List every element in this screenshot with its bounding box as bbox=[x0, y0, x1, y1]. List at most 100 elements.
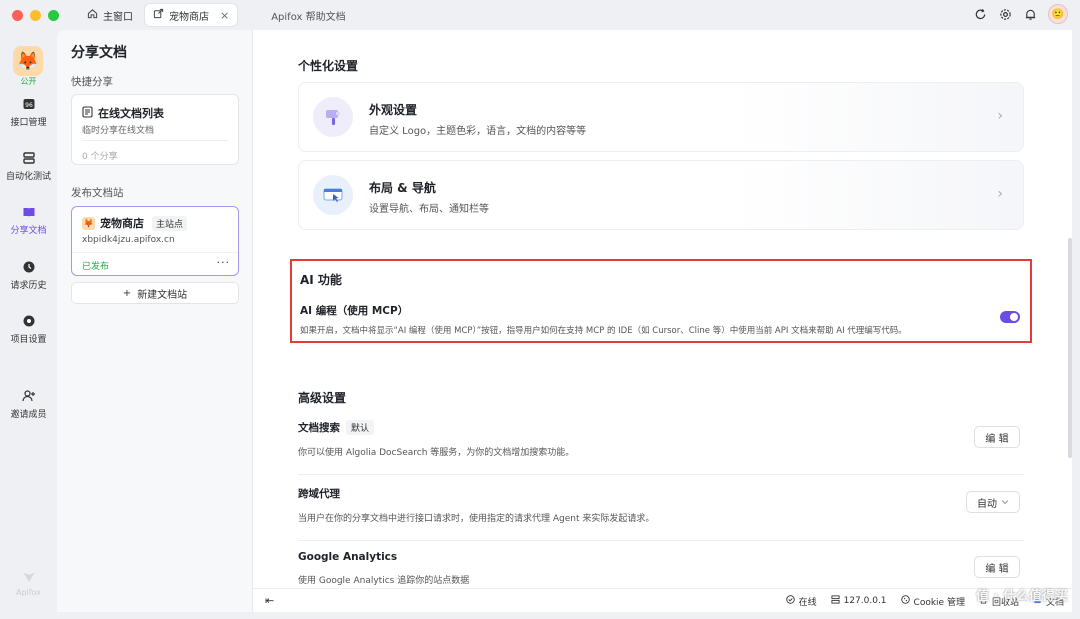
project-logo[interactable]: 🦊 bbox=[13, 46, 43, 76]
status-bar: ⇤ 在线 127.0.0.1 Cookie 管理 回收站 文档 值 · 什么值得… bbox=[253, 588, 1072, 612]
quick-share-label: 快捷分享 bbox=[71, 76, 113, 88]
host-indicator[interactable]: 127.0.0.1 bbox=[831, 595, 887, 607]
rail-label: 接口管理 bbox=[10, 118, 47, 128]
home-icon bbox=[87, 8, 98, 22]
rail-item-api-management[interactable]: 96 接口管理 bbox=[0, 96, 57, 128]
avatar[interactable]: 🙂 bbox=[1048, 4, 1068, 24]
site-url: xbpidk4jzu.apifox.cn bbox=[82, 235, 175, 245]
clock-icon bbox=[21, 259, 37, 275]
cookie-icon bbox=[900, 595, 910, 607]
paint-brush-icon bbox=[313, 97, 353, 137]
close-tab-icon[interactable]: × bbox=[220, 9, 229, 22]
tab-help-docs[interactable]: Apifox 帮助文档 bbox=[263, 4, 353, 26]
svg-text:96: 96 bbox=[25, 102, 33, 109]
minimize-window-button[interactable] bbox=[30, 9, 41, 21]
rail-item-automation-test[interactable]: 自动化测试 bbox=[0, 150, 57, 182]
rail-item-request-history[interactable]: 请求历史 bbox=[0, 259, 57, 291]
personalize-section-title: 个性化设置 bbox=[298, 59, 359, 73]
setting-description: 你可以使用 Algolia DocSearch 等服务，为你的文档增加搜索功能。 bbox=[298, 448, 575, 458]
share-count: 0 个分享 bbox=[82, 152, 118, 162]
chevron-right-icon: › bbox=[997, 186, 1003, 202]
advanced-section-title: 高级设置 bbox=[298, 391, 347, 405]
book-icon bbox=[21, 204, 37, 220]
collapse-sidebar-icon[interactable]: ⇤ bbox=[265, 594, 274, 607]
card-subtitle: 设置导航、布局、通知栏等 bbox=[369, 204, 489, 215]
layout-navigation-card[interactable]: 布局 & 导航 设置导航、布局、通知栏等 › bbox=[298, 160, 1024, 230]
titlebar-actions: 🙂 bbox=[973, 4, 1068, 24]
setting-title: Google Analytics bbox=[298, 551, 398, 563]
brand-name: Apifox bbox=[16, 588, 41, 597]
maximize-window-button[interactable] bbox=[48, 9, 59, 21]
doc-search-edit-button[interactable]: 编 辑 bbox=[974, 426, 1020, 448]
card-title: 布局 & 导航 bbox=[369, 181, 436, 195]
panel-title: 分享文档 bbox=[71, 45, 127, 61]
rail-item-share-docs[interactable]: 分享文档 bbox=[0, 204, 57, 236]
online-label: 在线 bbox=[798, 597, 817, 608]
chevron-right-icon: › bbox=[997, 108, 1003, 124]
rail-item-project-settings[interactable]: 项目设置 bbox=[0, 313, 57, 345]
online-doc-list-card[interactable]: 在线文档列表 临时分享在线文档 0 个分享 bbox=[71, 94, 239, 165]
window-controls bbox=[12, 9, 59, 21]
setting-description: 当用户在你的分享文档中进行接口请求时，使用指定的请求代理 Agent 来实际发起… bbox=[298, 514, 655, 524]
ai-mcp-description: 如果开启，文档中将显示“AI 编程（使用 MCP）”按钮，指导用户如何在支持 M… bbox=[300, 326, 907, 336]
tab-main-window[interactable]: 主窗口 bbox=[79, 4, 141, 26]
divider bbox=[82, 140, 228, 141]
ai-mcp-toggle[interactable] bbox=[1000, 311, 1020, 323]
site-logo-icon: 🦊 bbox=[82, 216, 95, 230]
rail-label: 自动化测试 bbox=[5, 172, 51, 182]
chevron-down-icon bbox=[1001, 497, 1009, 508]
doc-site-card[interactable]: 🦊 宠物商店 主站点 xbpidk4jzu.apifox.cn 已发布 ··· bbox=[71, 206, 239, 276]
gear-icon[interactable] bbox=[998, 7, 1012, 21]
divider bbox=[298, 474, 1024, 475]
default-badge: 默认 bbox=[346, 420, 375, 435]
button-label: 新建文档站 bbox=[137, 289, 188, 301]
check-circle-icon bbox=[785, 595, 795, 607]
cookie-management[interactable]: Cookie 管理 bbox=[900, 595, 965, 608]
tab-label: Apifox 帮助文档 bbox=[271, 11, 346, 23]
document-icon bbox=[82, 105, 93, 121]
close-window-button[interactable] bbox=[12, 9, 23, 21]
divider bbox=[298, 540, 1024, 541]
new-doc-site-button[interactable]: + 新建文档站 bbox=[71, 282, 239, 304]
setting-title: 跨域代理 bbox=[298, 488, 340, 500]
plus-icon: + bbox=[122, 287, 132, 299]
share-docs-panel: 分享文档 快捷分享 在线文档列表 临时分享在线文档 0 个分享 发布文档站 🦊 … bbox=[57, 30, 253, 612]
appearance-settings-card[interactable]: 外观设置 自定义 Logo，主题色彩，语言，文档的内容等等 › bbox=[298, 82, 1024, 152]
tab-pet-store[interactable]: 宠物商店 × bbox=[145, 4, 238, 26]
scrollbar[interactable] bbox=[1068, 238, 1072, 458]
watermark: 值 · 什么值得买 bbox=[976, 589, 1068, 604]
ga-edit-button[interactable]: 编 辑 bbox=[974, 556, 1020, 578]
cors-proxy-select[interactable]: 自动 bbox=[966, 491, 1020, 513]
publish-site-label: 发布文档站 bbox=[71, 187, 124, 199]
cookie-label: Cookie 管理 bbox=[913, 597, 965, 608]
google-analytics-setting: Google Analytics 使用 Google Analytics 追踪你… bbox=[298, 551, 1024, 586]
title-bar: 主窗口 宠物商店 × Apifox 帮助文档 🙂 bbox=[0, 0, 1080, 30]
host-label: 127.0.0.1 bbox=[843, 596, 887, 606]
apifox-logo-icon bbox=[21, 570, 37, 586]
online-status[interactable]: 在线 bbox=[785, 595, 817, 608]
share-icon bbox=[153, 8, 164, 22]
tab-label: 宠物商店 bbox=[169, 11, 209, 23]
select-value: 自动 bbox=[977, 498, 997, 510]
status-badge: 已发布 bbox=[82, 262, 110, 272]
ai-mcp-title: AI 编程（使用 MCP） bbox=[300, 305, 409, 317]
rail-label: 项目设置 bbox=[10, 335, 47, 345]
network-icon bbox=[831, 595, 840, 607]
divider bbox=[72, 252, 238, 253]
ai-feature-section: AI 功能 AI 编程（使用 MCP） 如果开启，文档中将显示“AI 编程（使用… bbox=[290, 259, 1032, 343]
rail-item-invite-members[interactable]: 邀请成员 bbox=[0, 388, 57, 420]
setting-description: 使用 Google Analytics 追踪你的站点数据 bbox=[298, 576, 470, 586]
doc-search-setting: 文档搜索 默认 你可以使用 Algolia DocSearch 等服务，为你的文… bbox=[298, 420, 1024, 475]
card-title: 在线文档列表 bbox=[98, 107, 164, 120]
refresh-icon[interactable] bbox=[973, 7, 987, 21]
settings-icon bbox=[21, 313, 37, 329]
rail-label: 邀请成员 bbox=[10, 410, 47, 420]
cors-proxy-setting: 跨域代理 当用户在你的分享文档中进行接口请求时，使用指定的请求代理 Agent … bbox=[298, 486, 1024, 541]
rail-label: 请求历史 bbox=[10, 281, 47, 291]
more-options-icon[interactable]: ··· bbox=[217, 256, 231, 269]
left-rail: 🦊 公开 96 接口管理 自动化测试 分享文档 请求历史 项目设置 邀请成员 A… bbox=[0, 30, 57, 619]
tab-label: 主窗口 bbox=[103, 11, 133, 23]
bell-icon[interactable] bbox=[1023, 7, 1037, 21]
site-name: 宠物商店 bbox=[100, 217, 144, 230]
brand-footer: Apifox bbox=[0, 570, 57, 597]
